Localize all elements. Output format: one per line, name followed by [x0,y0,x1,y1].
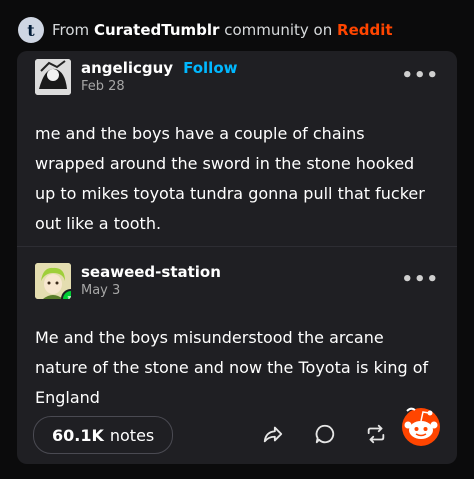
more-options-icon[interactable]: ••• [401,65,439,86]
source-text: From CuratedTumblr community on Reddit [52,21,393,39]
source-middle: community on [224,21,333,39]
avatar[interactable] [35,59,71,95]
notes-label: notes [109,425,155,445]
platform-name[interactable]: Reddit [337,21,393,39]
source-prefix: From [52,21,90,39]
user-meta: seaweed-station May 3 [81,263,221,298]
tumblr-logo-icon: t [18,17,44,43]
post-date: Feb 28 [81,79,125,94]
post-header-1: angelicguy Follow Feb 28 [35,59,237,95]
reblog-icon[interactable] [364,422,388,446]
like-icon[interactable] [399,403,443,447]
post-date: May 3 [81,283,121,298]
username[interactable]: seaweed-station [81,263,221,281]
share-icon[interactable] [261,422,285,446]
avatar-image [35,59,71,95]
username[interactable]: angelicguy [81,59,173,77]
avatar[interactable]: ⇄ [35,263,71,299]
community-name[interactable]: CuratedTumblr [94,21,219,39]
user-meta: angelicguy Follow Feb 28 [81,59,237,94]
notes-button[interactable]: 60.1K notes [33,416,174,454]
post-body-2: Me and the boys misunderstood the arcane… [35,328,429,407]
post-header-2: ⇄ seaweed-station May 3 [35,263,221,299]
more-options-icon[interactable]: ••• [401,269,439,290]
divider [17,246,457,247]
post-body-1: me and the boys have a couple of chains … [35,124,425,233]
tumblr-post-card: angelicguy Follow Feb 28 ••• me and the … [17,51,457,464]
screenshot-frame: t From CuratedTumblr community on Reddit… [0,0,474,479]
notes-count: 60.1K [52,425,104,445]
source-bar: t From CuratedTumblr community on Reddit [18,16,393,44]
comment-icon[interactable] [313,422,337,446]
follow-button[interactable]: Follow [183,59,237,77]
